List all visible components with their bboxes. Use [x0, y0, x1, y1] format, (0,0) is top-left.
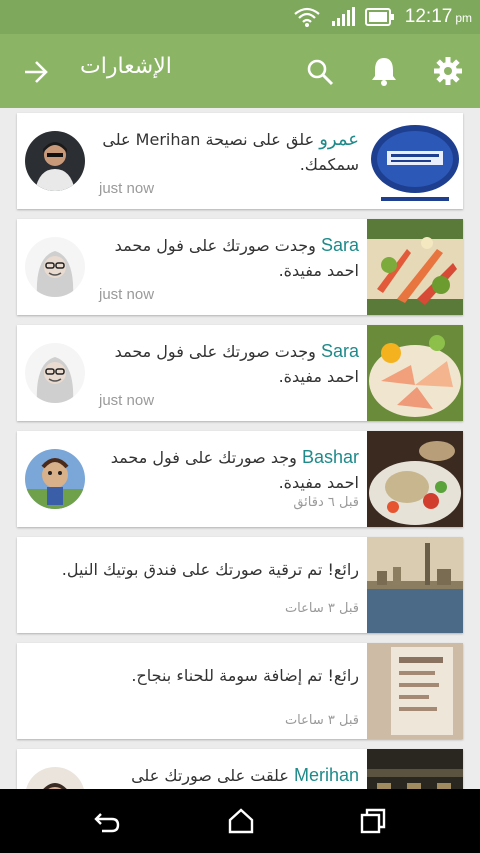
notification-card[interactable]: Sara وجدت صورتك على فول محمد احمد مفيدة.… [17, 325, 463, 421]
notification-message: رائع! تم إضافة سومة للحناء بنجاح. [131, 666, 359, 685]
notification-user-name[interactable]: عمرو [319, 129, 359, 149]
notification-time: قبل ٣ ساعات [284, 601, 359, 616]
notification-time: قبل ٣ ساعات [284, 713, 359, 728]
status-bar: 12:17 pm [0, 0, 480, 34]
notification-thumbnail[interactable] [367, 113, 463, 209]
notification-message: رائع! تم ترقية صورتك على فندق بوتيك الني… [61, 560, 359, 579]
notification-time: just now [99, 286, 155, 303]
notification-time: just now [99, 180, 155, 197]
avatar [25, 131, 85, 191]
notification-card[interactable]: رائع! تم إضافة سومة للحناء بنجاح. قبل ٣ … [17, 643, 463, 739]
back-arrow-icon[interactable] [22, 58, 50, 86]
notification-user-name[interactable]: Sara [321, 341, 359, 361]
battery-icon [364, 8, 395, 26]
page-title: الإشعارات [80, 54, 172, 79]
home-nav-icon[interactable] [226, 806, 256, 836]
notification-card[interactable]: Bashar وجد صورتك على فول محمد احمد مفيدة… [17, 431, 463, 527]
notification-user-name[interactable]: Merihan [294, 765, 359, 785]
notification-time: قبل ٦ دقائق [293, 495, 359, 510]
notification-text: عمرو علق على نصيحة Merihan على سمكمك. [97, 127, 359, 177]
gear-icon[interactable] [433, 56, 463, 86]
notification-text: Sara وجدت صورتك على فول محمد احمد مفيدة. [97, 233, 359, 283]
search-icon[interactable] [306, 58, 334, 86]
notification-user-name[interactable]: Bashar [302, 447, 359, 467]
notification-card[interactable]: رائع! تم ترقية صورتك على فندق بوتيك الني… [17, 537, 463, 633]
app-toolbar: الإشعارات [0, 34, 480, 108]
notification-card[interactable]: عمرو علق على نصيحة Merihan على سمكمك. ju… [17, 113, 463, 209]
clock: 12:17 pm [405, 6, 472, 28]
notification-card[interactable]: Sara وجدت صورتك على فول محمد احمد مفيدة.… [17, 219, 463, 315]
notification-thumbnail[interactable] [367, 537, 463, 633]
notification-thumbnail[interactable] [367, 431, 463, 527]
bell-icon[interactable] [370, 56, 398, 86]
notification-text: رائع! تم ترقية صورتك على فندق بوتيك الني… [29, 557, 359, 582]
recent-apps-nav-icon[interactable] [358, 806, 388, 836]
avatar [25, 449, 85, 509]
notification-text: Sara وجدت صورتك على فول محمد احمد مفيدة. [97, 339, 359, 389]
system-nav-bar [0, 789, 480, 853]
notification-thumbnail[interactable] [367, 643, 463, 739]
notification-time: just now [99, 392, 155, 409]
notification-text: رائع! تم إضافة سومة للحناء بنجاح. [29, 663, 359, 688]
notification-user-name[interactable]: Sara [321, 235, 359, 255]
avatar [25, 237, 85, 297]
notification-text: Bashar وجد صورتك على فول محمد احمد مفيدة… [97, 445, 359, 495]
clock-time: 12:17 [404, 6, 453, 27]
back-nav-icon[interactable] [92, 806, 122, 836]
notification-thumbnail[interactable] [367, 219, 463, 315]
signal-icon [331, 7, 355, 27]
wifi-icon [293, 6, 321, 28]
clock-ampm: pm [455, 11, 472, 25]
avatar [25, 343, 85, 403]
notification-thumbnail[interactable] [367, 325, 463, 421]
